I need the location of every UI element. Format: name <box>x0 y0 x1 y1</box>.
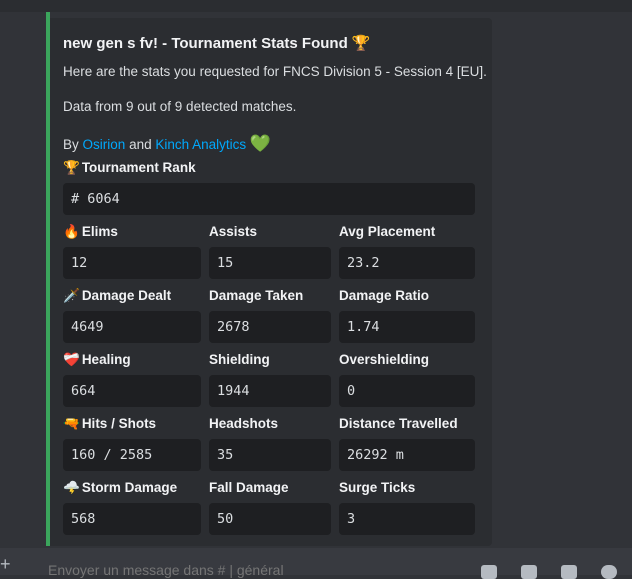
field-label: Shielding <box>209 352 270 367</box>
field-emoji-icon: 🔫 <box>63 416 80 432</box>
field-value-damage-ratio: 1.74 <box>339 311 475 343</box>
trophy-icon: 🏆 <box>351 34 371 52</box>
field-name-headshots: Headshots <box>209 416 278 431</box>
field-label: Headshots <box>209 416 279 431</box>
field-name-avg-placement: Avg Placement <box>339 224 435 239</box>
field-label: Storm Damage <box>81 480 178 495</box>
field-label: Elims <box>81 224 118 239</box>
field-value-avg-placement: 23.2 <box>339 247 475 279</box>
field-value-headshots: 35 <box>209 439 331 471</box>
message-input[interactable] <box>48 562 348 578</box>
field-name-distance-travelled: Distance Travelled <box>339 416 458 431</box>
field-name-healing: ❤️‍🩹 Healing <box>63 352 131 368</box>
field-value-hits-shots: 160 / 2585 <box>63 439 201 471</box>
field-name-hits-shots: 🔫 Hits / Shots <box>63 416 156 432</box>
field-value-surge-ticks: 3 <box>339 503 475 535</box>
field-label: Hits / Shots <box>81 416 157 431</box>
field-emoji-icon: 🌩️ <box>63 480 80 496</box>
emoji-picker-icon[interactable] <box>601 565 617 579</box>
field-name-shielding: Shielding <box>209 352 270 367</box>
embed-title: new gen s fv! - Tournament Stats Found 🏆 <box>63 34 373 52</box>
field-label: Healing <box>81 352 131 367</box>
field-emoji-icon: 🗡️ <box>63 288 80 304</box>
top-bar <box>0 0 632 12</box>
field-label: Assists <box>209 224 258 239</box>
field-name-damage-dealt: 🗡️ Damage Dealt <box>63 288 171 304</box>
field-label: Tournament Rank <box>81 160 196 175</box>
field-value-damage-taken: 2678 <box>209 311 331 343</box>
field-value-assists: 15 <box>209 247 331 279</box>
embed-byline: By Osirion and Kinch Analytics 💚 <box>63 134 271 154</box>
field-label: Damage Dealt <box>81 288 172 303</box>
byline-and: and <box>129 137 152 152</box>
trophy-icon: 🏆 <box>63 160 80 176</box>
embed-matches: Data from 9 out of 9 detected matches. <box>63 99 297 114</box>
field-label: Surge Ticks <box>339 480 416 495</box>
author-link-osirion[interactable]: Osirion <box>83 137 126 152</box>
field-name-surge-ticks: Surge Ticks <box>339 480 415 495</box>
field-label: Distance Travelled <box>339 416 458 431</box>
field-label: Damage Ratio <box>339 288 430 303</box>
field-value-overshielding: 0 <box>339 375 475 407</box>
embed-intro: Here are the stats you requested for FNC… <box>63 64 487 79</box>
gif-icon[interactable] <box>521 565 537 579</box>
field-name-fall-damage: Fall Damage <box>209 480 289 495</box>
field-value-damage-dealt: 4649 <box>63 311 201 343</box>
author-link-kinch[interactable]: Kinch Analytics <box>155 137 246 152</box>
field-label: Fall Damage <box>209 480 289 495</box>
field-name-damage-ratio: Damage Ratio <box>339 288 429 303</box>
field-label: Avg Placement <box>339 224 436 239</box>
field-name-assists: Assists <box>209 224 257 239</box>
field-name-storm-damage: 🌩️ Storm Damage <box>63 480 177 496</box>
field-name-elims: 🔥 Elims <box>63 224 118 240</box>
field-value-tournament-rank: # 6064 <box>63 183 475 215</box>
field-value-shielding: 1944 <box>209 375 331 407</box>
field-value-healing: 664 <box>63 375 201 407</box>
field-name-tournament-rank: 🏆 Tournament Rank <box>63 160 196 176</box>
field-emoji-icon: 🔥 <box>63 224 80 240</box>
byline-prefix: By <box>63 137 79 152</box>
field-name-damage-taken: Damage Taken <box>209 288 303 303</box>
field-value-fall-damage: 50 <box>209 503 331 535</box>
embed-title-text: new gen s fv! - Tournament Stats Found <box>63 35 348 52</box>
field-value-elims: 12 <box>63 247 201 279</box>
sticker-icon[interactable] <box>561 565 577 579</box>
field-value-storm-damage: 568 <box>63 503 201 535</box>
field-value-distance-travelled: 26292 m <box>339 439 475 471</box>
field-label: Overshielding <box>339 352 430 367</box>
green-heart-icon: 💚 <box>249 134 272 153</box>
gift-icon[interactable] <box>481 565 497 579</box>
stats-embed: new gen s fv! - Tournament Stats Found 🏆… <box>46 18 492 546</box>
field-label: Damage Taken <box>209 288 304 303</box>
field-emoji-icon: ❤️‍🩹 <box>63 352 80 368</box>
field-name-overshielding: Overshielding <box>339 352 429 367</box>
add-attachment-icon[interactable]: + <box>0 555 14 573</box>
embed-accent-bar <box>46 18 50 546</box>
